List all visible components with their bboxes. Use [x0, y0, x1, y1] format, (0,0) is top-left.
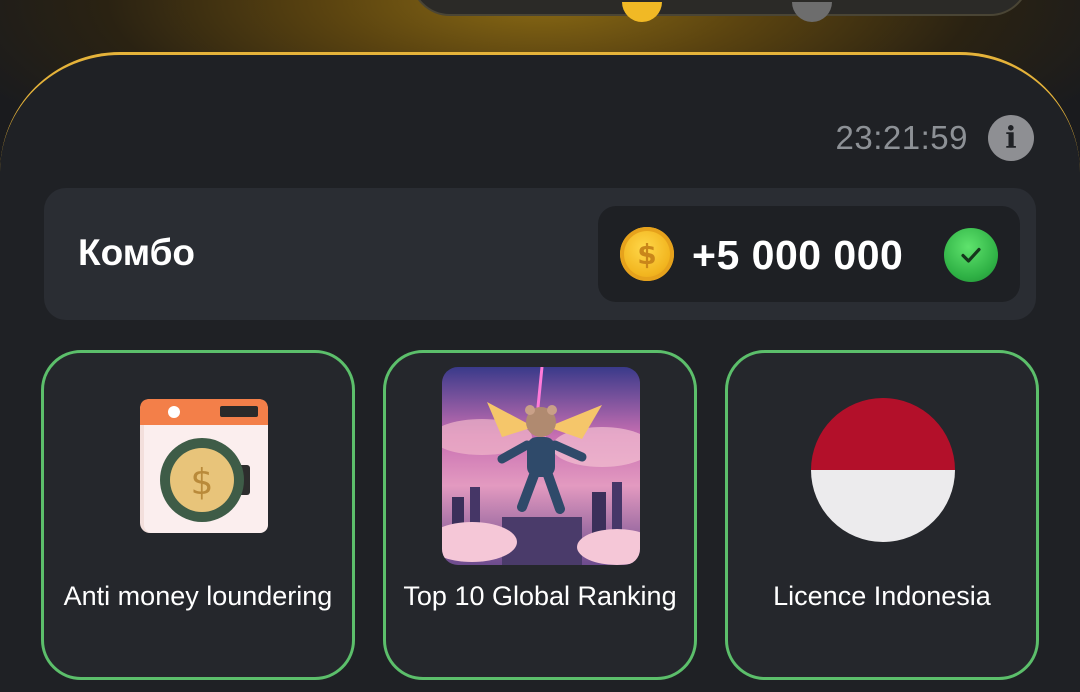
card-label: Licence Indonesia — [773, 581, 991, 611]
top-balance-pill — [410, 0, 1030, 22]
check-icon — [944, 228, 998, 282]
info-button[interactable]: i — [988, 115, 1034, 161]
countdown-timer: 23:21:59 — [835, 119, 968, 156]
combo-card-top-10-global-ranking[interactable]: Top 10 Global Ranking — [383, 350, 697, 680]
card-label: Anti money loundering — [63, 581, 333, 611]
combo-card: Комбо $ +5 000 000 — [44, 188, 1036, 320]
svg-text:$: $ — [191, 462, 214, 503]
indonesia-flag-icon — [811, 398, 955, 542]
info-icon: i — [1005, 120, 1017, 156]
timer-row: 23:21:59 i — [836, 115, 1034, 161]
hamster-astronaut-image — [442, 367, 640, 565]
coin-icon: $ — [620, 227, 674, 281]
combo-title: Комбо — [78, 232, 196, 273]
washing-machine-dollar-icon: $ — [140, 399, 268, 533]
combo-card-licence-indonesia[interactable]: Licence Indonesia — [725, 350, 1039, 680]
combo-card-anti-money-laundering[interactable]: $ Anti money loundering — [41, 350, 355, 680]
combo-reward-box: $ +5 000 000 — [598, 206, 1020, 302]
card-label: Top 10 Global Ranking — [403, 581, 677, 611]
coin-symbol: $ — [637, 237, 657, 271]
reward-amount: +5 000 000 — [692, 232, 904, 278]
